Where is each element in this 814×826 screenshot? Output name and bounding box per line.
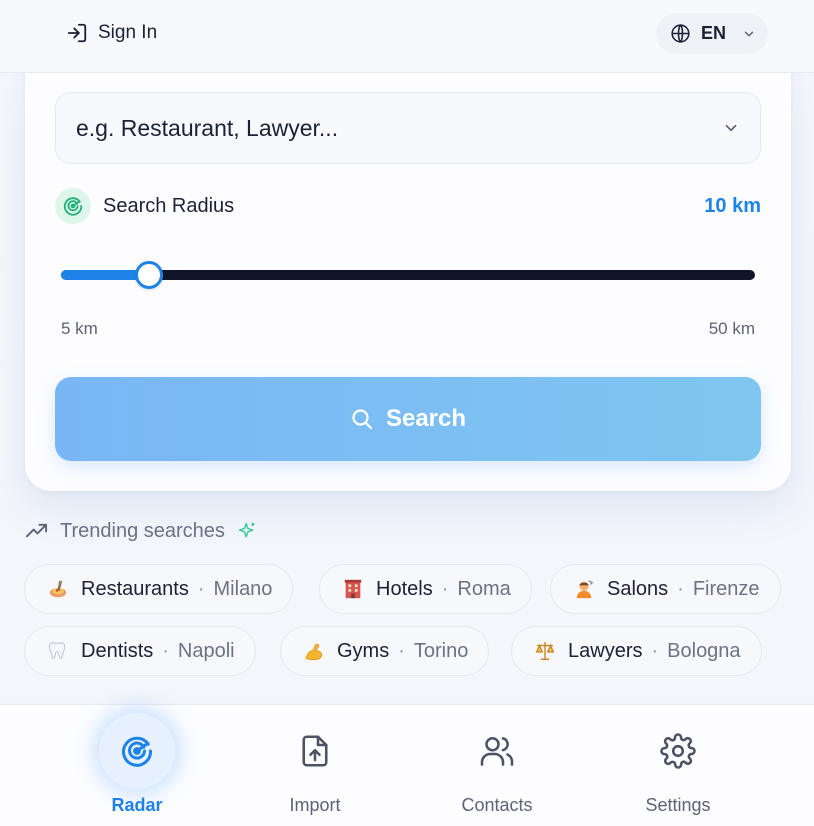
nav-label: Contacts — [461, 795, 533, 815]
chevron-down-icon — [744, 31, 754, 36]
separator-dot: · — [651, 639, 659, 662]
separator-dot: · — [162, 639, 169, 662]
sparkle-icon — [238, 522, 255, 538]
search-radius-row: Search Radius 10 km — [55, 188, 761, 224]
nav-item-contacts[interactable]: Contacts — [427, 705, 567, 826]
globe-icon — [671, 24, 690, 43]
business-type-placeholder: e.g. Restaurant, Lawyer... — [76, 114, 339, 141]
radar-icon — [63, 197, 83, 216]
sign-in-button[interactable]: Sign In — [66, 20, 157, 46]
gear-icon — [660, 733, 696, 769]
search-icon — [352, 409, 373, 430]
trending-chip[interactable]: Hotels · Roma — [319, 564, 532, 614]
search-card: e.g. Restaurant, Lawyer... Search Radius… — [25, 40, 791, 491]
search-button-label: Search — [385, 405, 467, 432]
language-code: EN — [701, 23, 727, 43]
scales-icon — [532, 638, 558, 664]
hotel-icon — [340, 576, 366, 602]
trending-city: Milano — [213, 577, 273, 600]
radius-icon-badge — [55, 188, 91, 224]
trending-chip[interactable]: Lawyers · Bologna — [511, 626, 762, 676]
separator-dot: · — [441, 577, 449, 600]
sign-in-icon — [67, 23, 87, 43]
search-radius-value: 10 km — [704, 194, 761, 217]
trending-chip[interactable]: Restaurants · Milano — [24, 564, 294, 614]
nav-label: Radar — [111, 795, 163, 815]
haircut-icon — [571, 576, 597, 602]
trending-title: Trending searches — [60, 519, 225, 542]
business-type-select[interactable]: e.g. Restaurant, Lawyer... — [55, 92, 761, 164]
trending-city: Bologna — [667, 639, 741, 662]
chevron-down-icon — [725, 124, 737, 132]
trending-city: Torino — [413, 639, 469, 662]
search-radius-label: Search Radius — [103, 194, 235, 217]
search-button[interactable]: Search — [55, 377, 761, 461]
radar-icon — [119, 733, 155, 769]
separator-dot: · — [197, 577, 205, 600]
spaghetti-icon — [45, 576, 71, 602]
trending-category: Salons — [607, 577, 669, 600]
trending-category: Lawyers — [568, 639, 643, 662]
nav-label: Import — [289, 795, 341, 815]
sign-in-label: Sign In — [98, 22, 158, 43]
trending-category: Gyms — [337, 639, 390, 662]
file-upload-icon — [297, 733, 333, 769]
trending-city: Roma — [457, 577, 511, 600]
nav-item-radar[interactable]: Radar — [67, 705, 207, 826]
trending-chip[interactable]: Salons · Firenze — [550, 564, 781, 614]
app-screen: Sign In EN e.g. Restaurant, Lawyer... Se… — [0, 0, 814, 826]
trending-header: Trending searches — [25, 517, 257, 545]
nav-label: Settings — [645, 795, 711, 815]
tooth-icon — [45, 638, 71, 664]
trending-chip[interactable]: Dentists · Napoli — [24, 626, 256, 676]
trending-category: Hotels — [376, 577, 433, 600]
users-icon — [479, 733, 515, 769]
slider-track — [61, 270, 755, 280]
trending-city: Napoli — [177, 639, 235, 662]
radius-max-label: 50 km — [708, 319, 755, 338]
trending-city: Firenze — [692, 577, 760, 600]
trending-chip[interactable]: Gyms · Torino — [280, 626, 490, 676]
flexed-biceps-icon — [301, 638, 327, 664]
language-selector[interactable]: EN — [656, 13, 768, 54]
nav-item-settings[interactable]: Settings — [608, 705, 748, 826]
nav-item-import[interactable]: Import — [245, 705, 385, 826]
radius-min-label: 5 km — [61, 319, 98, 338]
top-bar: Sign In EN — [0, 0, 814, 73]
trending-category: Dentists — [81, 639, 154, 662]
radius-slider[interactable] — [61, 261, 755, 289]
bottom-navigation: Radar Import Contacts Settings — [0, 704, 814, 826]
trending-up-icon — [25, 523, 48, 537]
slider-thumb[interactable] — [135, 261, 163, 289]
separator-dot: · — [398, 639, 405, 662]
separator-dot: · — [677, 577, 684, 600]
trending-category: Restaurants — [81, 577, 189, 600]
